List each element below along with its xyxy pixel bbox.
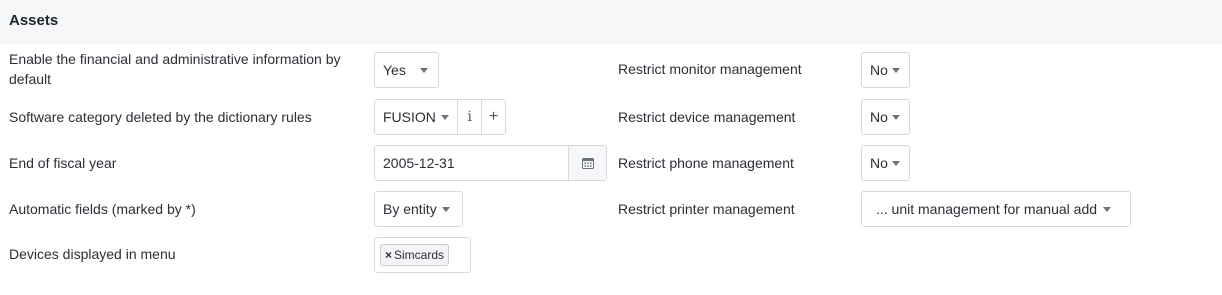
fiscal-year-label: End of fiscal year (9, 155, 117, 171)
chevron-down-icon (891, 67, 900, 73)
auto-fields-value: By entity (383, 201, 437, 217)
calendar-button[interactable] (568, 146, 606, 180)
fiscal-year-input[interactable]: 2005-12-31 (375, 146, 568, 180)
chevron-down-icon (891, 114, 900, 120)
chevron-down-icon (891, 160, 900, 166)
restrict-monitor-label: Restrict monitor management (618, 61, 802, 77)
auto-fields-label: Automatic fields (marked by *) (9, 201, 196, 217)
tag-remove-icon[interactable]: × (385, 248, 392, 262)
chevron-down-icon (1103, 206, 1112, 212)
software-category-label: Software category deleted by the diction… (9, 109, 312, 125)
restrict-phone-value: No (870, 155, 888, 171)
section-title: Assets (9, 12, 59, 29)
financial-info-value: Yes (383, 62, 406, 78)
restrict-device-value: No (870, 109, 888, 125)
software-category-group: FUSION i + (374, 99, 506, 135)
fiscal-year-value: 2005-12-31 (383, 155, 455, 171)
chevron-down-icon (440, 114, 449, 120)
restrict-printer-value: ... unit management for manual add (876, 201, 1098, 217)
software-category-value: FUSION (383, 109, 436, 125)
restrict-monitor-select[interactable]: No (861, 52, 910, 88)
calendar-icon (581, 158, 594, 169)
info-button[interactable]: i (457, 100, 481, 134)
fiscal-year-group: 2005-12-31 (374, 145, 607, 181)
restrict-phone-select[interactable]: No (861, 145, 910, 181)
restrict-printer-select[interactable]: ... unit management for manual add (861, 191, 1131, 227)
restrict-monitor-value: No (870, 62, 888, 78)
devices-menu-label: Devices displayed in menu (9, 246, 176, 262)
devices-menu-tag: × Simcards (380, 244, 450, 266)
software-category-select[interactable]: FUSION (375, 100, 457, 134)
auto-fields-select[interactable]: By entity (374, 191, 463, 227)
financial-info-label: Enable the financial and administrative … (9, 51, 341, 87)
chevron-down-icon (441, 206, 450, 212)
section-header: Assets (0, 0, 1222, 44)
add-button[interactable]: + (481, 100, 505, 134)
restrict-device-select[interactable]: No (861, 99, 910, 135)
devices-menu-multiselect[interactable]: × Simcards (374, 237, 471, 273)
devices-menu-tag-label: Simcards (394, 248, 445, 262)
restrict-printer-label: Restrict printer management (618, 201, 795, 217)
restrict-device-label: Restrict device management (618, 109, 796, 125)
restrict-phone-label: Restrict phone management (618, 155, 794, 171)
chevron-down-icon (419, 67, 428, 73)
financial-info-select[interactable]: Yes (374, 52, 439, 88)
